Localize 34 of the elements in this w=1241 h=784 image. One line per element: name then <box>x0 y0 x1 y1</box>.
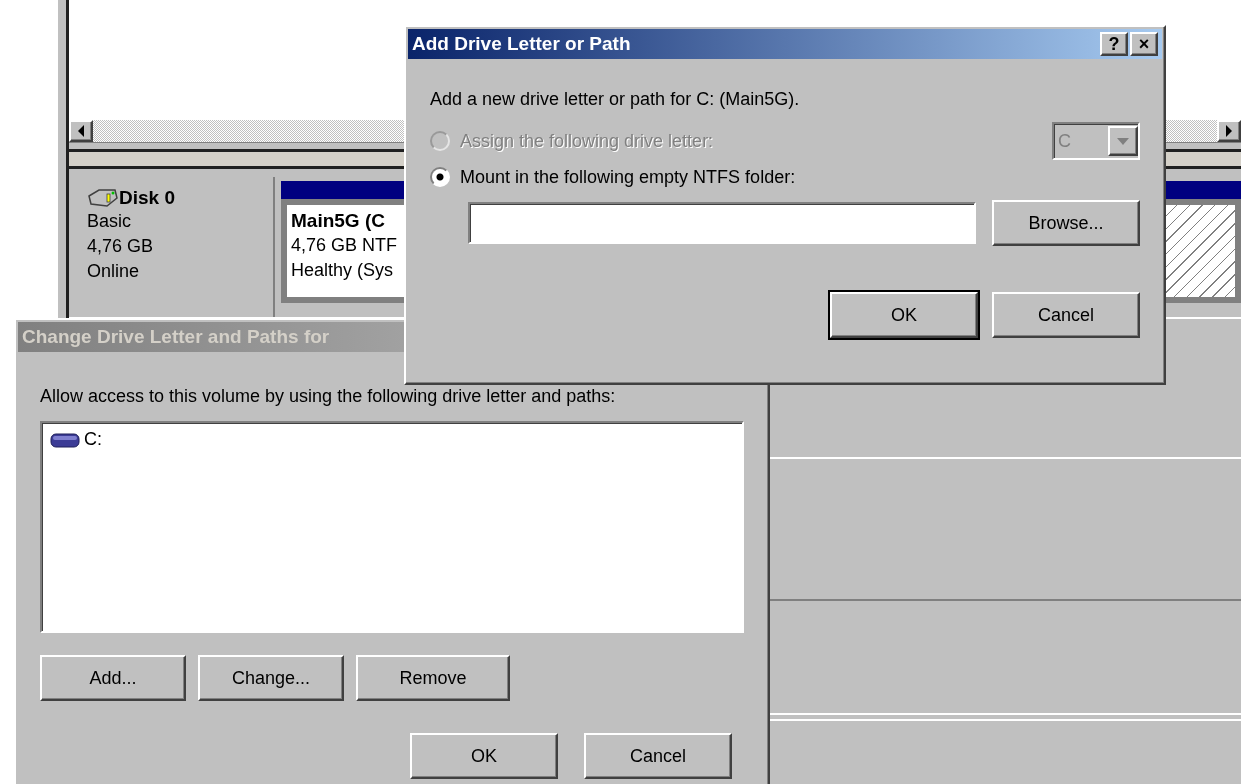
option-label: Assign the following drive letter: <box>460 130 714 152</box>
scroll-left-button[interactable] <box>69 120 93 142</box>
right-arrow-icon <box>1225 125 1233 137</box>
disk-drive-icon <box>87 188 119 208</box>
folder-path-field[interactable] <box>468 202 976 244</box>
cancel-button[interactable]: Cancel <box>584 733 732 779</box>
dialog-description: Add a new drive letter or path for C: (Main5G). <box>430 89 801 110</box>
radio-button[interactable] <box>430 167 450 187</box>
drive-icon <box>50 430 80 449</box>
left-arrow-icon <box>77 125 85 137</box>
dropdown-arrow-icon <box>1117 137 1129 145</box>
ok-button[interactable]: OK <box>830 292 978 338</box>
action-button[interactable]: Add... <box>40 655 186 701</box>
option-label: Mount in the following empty NTFS folder: <box>460 166 796 188</box>
cancel-button[interactable]: Cancel <box>992 292 1140 338</box>
volume-size: 4,76 GB NTF <box>291 234 398 257</box>
dialog-description: Allow access to this volume by using the following drive letter and paths: <box>40 386 617 407</box>
action-button[interactable]: Change... <box>198 655 344 701</box>
scroll-right-button[interactable] <box>1217 120 1241 142</box>
disk-type: Basic <box>87 210 131 233</box>
browse-button[interactable]: Browse... <box>992 200 1140 246</box>
disk-status: Online <box>87 260 140 283</box>
close-button[interactable]: × <box>1130 32 1158 56</box>
help-button[interactable]: ? <box>1100 32 1128 56</box>
volume-name: Main5G (C <box>291 209 385 233</box>
action-button[interactable]: Remove <box>356 655 510 701</box>
dialog-title: Add Drive Letter or Path <box>412 33 631 55</box>
dialog-title: Change Drive Letter and Paths for <box>22 326 330 348</box>
volume-status: Healthy (Sys <box>291 259 394 282</box>
paths-list[interactable]: C: <box>40 421 744 633</box>
path-item[interactable]: C: <box>50 429 102 450</box>
disk-name: Disk 0 <box>119 187 175 209</box>
disk-size: 4,76 GB <box>87 235 154 258</box>
ok-button[interactable]: OK <box>410 733 558 779</box>
